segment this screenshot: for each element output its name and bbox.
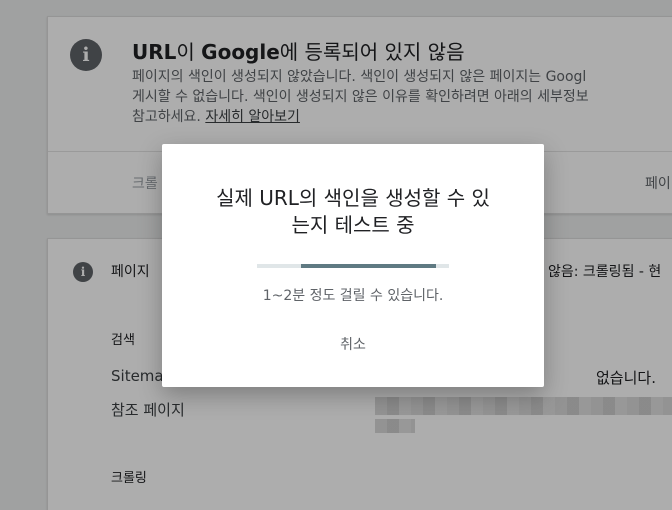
cancel-button[interactable]: 취소: [322, 333, 384, 357]
dialog-title-line: 는지 테스트 중: [291, 213, 415, 237]
progress-bar: [257, 264, 449, 268]
progress-bar-fill: [301, 264, 436, 268]
dialog-title: 실제 URL의 색인을 생성할 수 있 는지 테스트 중: [192, 185, 514, 239]
dialog-subtitle: 1~2분 정도 걸릴 수 있습니다.: [262, 288, 444, 304]
dialog-title-line: 실제 URL의 색인을 생성할 수 있: [216, 186, 490, 210]
test-dialog: 실제 URL의 색인을 생성할 수 있 는지 테스트 중 1~2분 정도 걸릴 …: [162, 144, 544, 387]
